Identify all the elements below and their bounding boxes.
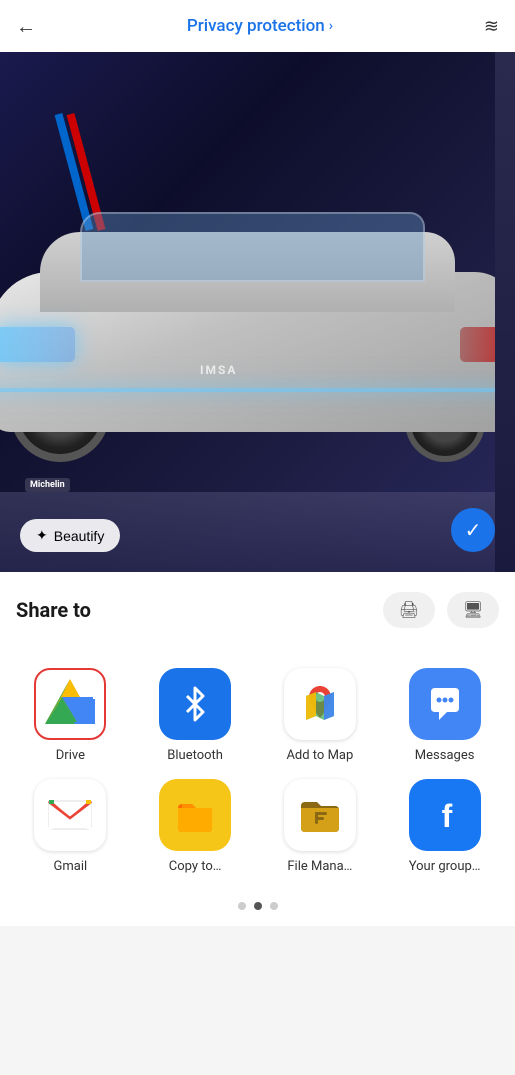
share-actions: 🖨 🖥	[383, 592, 499, 628]
filemanager-icon-wrap	[284, 779, 356, 851]
car-body	[0, 212, 515, 492]
app-item-copyto[interactable]: Copy to…	[138, 779, 253, 874]
car-windshield	[80, 212, 425, 282]
gmail-icon	[47, 797, 93, 833]
share-section: Share to 🖨 🖥	[0, 572, 515, 644]
gmail-icon-wrap	[34, 779, 106, 851]
messages-icon	[425, 684, 465, 724]
header: ← Privacy protection › ≋	[0, 0, 515, 52]
imsa-badge: IMSA	[200, 363, 237, 377]
copyto-icon	[174, 794, 216, 836]
app-grid: Drive Bluetooth	[0, 644, 515, 890]
gmail-label: Gmail	[54, 859, 88, 874]
display-button[interactable]: 🖥	[447, 592, 499, 628]
messages-icon-wrap	[409, 668, 481, 740]
copyto-icon-wrap	[159, 779, 231, 851]
maps-label: Add to Map	[286, 748, 353, 763]
header-title: Privacy protection	[187, 16, 325, 36]
app-item-gmail[interactable]: Gmail	[13, 779, 128, 874]
back-button[interactable]: ←	[16, 14, 36, 39]
print-icon: 🖨	[399, 600, 419, 620]
display-icon: 🖥	[463, 600, 483, 620]
svg-text:f: f	[441, 798, 452, 834]
filemanager-label: File Mana…	[287, 859, 352, 874]
image-carousel: Michelin IMSA ✦ Beautify ✓	[0, 52, 515, 572]
beautify-star-icon: ✦	[36, 527, 48, 544]
pagination-dot-1[interactable]	[238, 902, 246, 910]
filemanager-bg	[284, 779, 356, 851]
pagination-dot-2[interactable]	[254, 902, 262, 910]
car-image: Michelin IMSA	[0, 52, 515, 572]
print-button[interactable]: 🖨	[383, 592, 435, 628]
app-item-maps[interactable]: Add to Map	[262, 668, 377, 763]
maps-icon	[298, 682, 342, 726]
maps-icon-wrap	[284, 668, 356, 740]
bluetooth-label: Bluetooth	[167, 748, 223, 763]
app-item-filemanager[interactable]: File Mana…	[262, 779, 377, 874]
car-light-left	[0, 327, 75, 362]
bluetooth-icon	[177, 686, 213, 722]
maps-bg	[284, 668, 356, 740]
bluetooth-bg	[159, 668, 231, 740]
drive-icon	[40, 674, 100, 734]
beautify-button[interactable]: ✦ Beautify	[20, 519, 120, 552]
pagination-dots	[0, 890, 515, 926]
app-item-messages[interactable]: Messages	[387, 668, 502, 763]
app-item-bluetooth[interactable]: Bluetooth	[138, 668, 253, 763]
filemanager-icon	[297, 792, 343, 838]
copyto-label: Copy to…	[169, 859, 222, 874]
checkmark-icon: ✓	[465, 518, 482, 542]
share-title: Share to	[16, 598, 91, 622]
facebook-label: Your group…	[409, 859, 481, 874]
gmail-bg	[34, 779, 106, 851]
messages-bg	[409, 668, 481, 740]
filter-icon[interactable]: ≋	[484, 16, 499, 37]
drive-label: Drive	[56, 748, 85, 763]
app-item-facebook[interactable]: f Your group…	[387, 779, 502, 874]
app-item-drive[interactable]: Drive	[13, 668, 128, 763]
beautify-label: Beautify	[54, 528, 105, 544]
michelin-badge: Michelin	[25, 478, 70, 492]
pagination-dot-3[interactable]	[270, 902, 278, 910]
facebook-icon: f	[425, 795, 465, 835]
chevron-right-icon: ›	[329, 18, 333, 34]
messages-label: Messages	[415, 748, 475, 763]
facebook-icon-wrap: f	[409, 779, 481, 851]
facebook-bg: f	[409, 779, 481, 851]
car-glow-line	[0, 388, 515, 392]
check-button[interactable]: ✓	[451, 508, 495, 552]
copyto-bg	[159, 779, 231, 851]
bluetooth-icon-wrap	[159, 668, 231, 740]
drive-icon-wrap	[34, 668, 106, 740]
app-row-1: Drive Bluetooth	[0, 660, 515, 771]
privacy-protection-link[interactable]: Privacy protection ›	[187, 16, 333, 36]
app-row-2: Gmail Copy to…	[0, 771, 515, 882]
second-image-peek	[495, 52, 515, 572]
